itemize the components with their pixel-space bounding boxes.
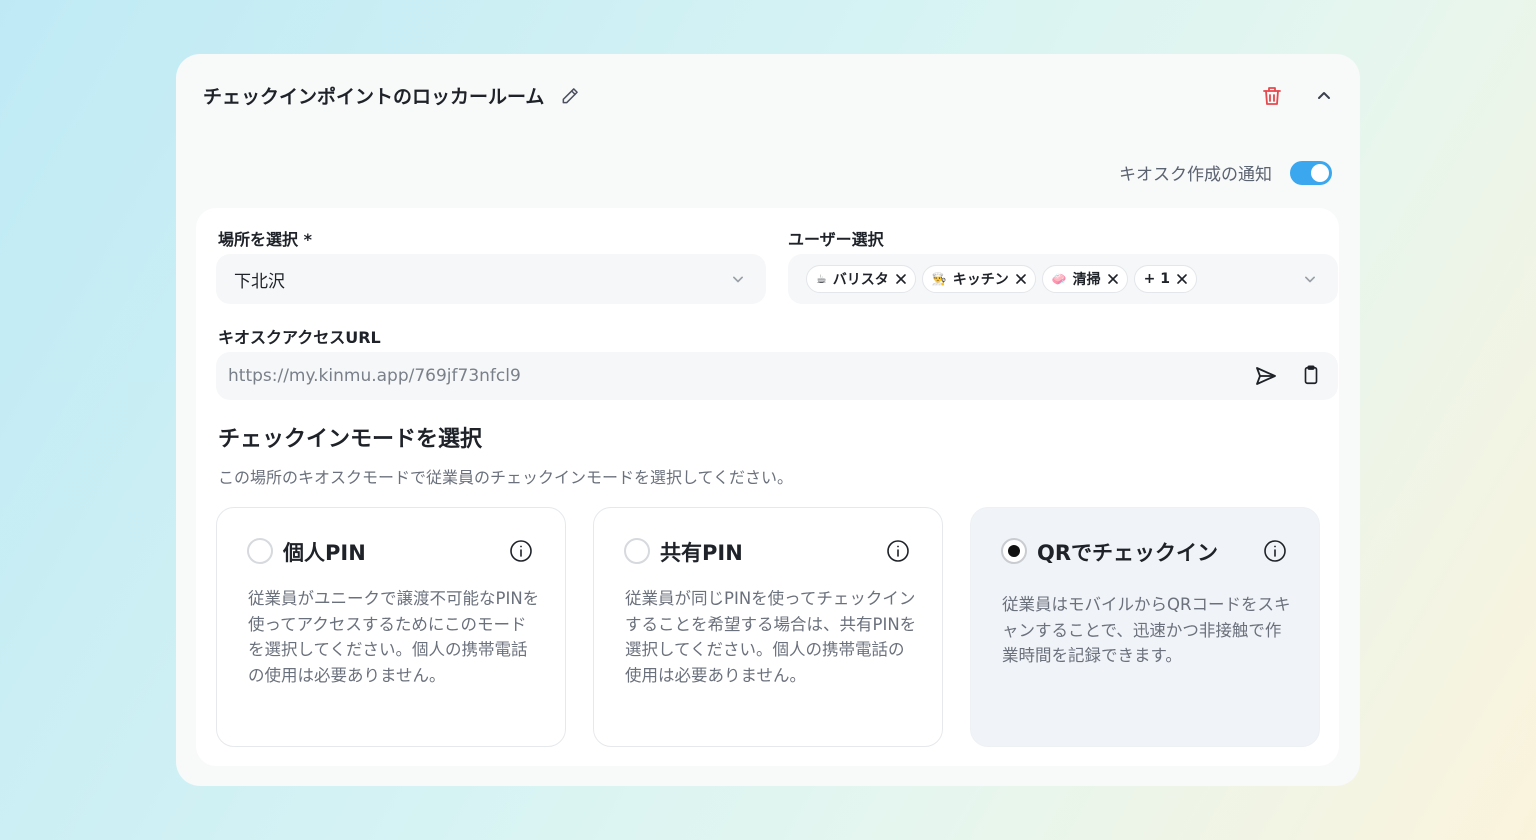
clipboard-icon[interactable] <box>1300 364 1322 386</box>
info-icon[interactable] <box>886 539 910 563</box>
kiosk-notify-row: キオスク作成の通知 <box>1119 160 1332 185</box>
kiosk-url-value: https://my.kinmu.app/769jf73nfcl9 <box>228 366 521 386</box>
users-select[interactable]: ☕ バリスタ 👨‍🍳 キッチン 🧼 清掃 + 1 <box>788 254 1338 304</box>
user-chip-label: + 1 <box>1143 271 1171 287</box>
send-icon[interactable] <box>1254 364 1278 388</box>
mode-description: 従業員はモバイルからQRコードをスキャンすることで、迅速かつ非接触で作業時間を記… <box>1002 595 1291 665</box>
radio-personal-pin[interactable] <box>247 538 273 564</box>
kiosk-panel: チェックインポイントのロッカールーム キオスク作成の通知 場所を選択 * 下北沢… <box>176 54 1360 786</box>
settings-form: 場所を選択 * 下北沢 ユーザー選択 ☕ バリスタ 👨‍🍳 キッチン 🧼 清掃 + 1 キオ… <box>196 208 1339 766</box>
notify-toggle[interactable] <box>1290 160 1332 185</box>
info-icon[interactable] <box>509 539 533 563</box>
remove-chip-close-icon[interactable] <box>1015 273 1027 285</box>
mode-title: QRでチェックイン <box>1037 541 1219 565</box>
delete-trash-icon[interactable] <box>1260 84 1284 108</box>
location-label: 場所を選択 * <box>218 230 312 249</box>
toggle-knob <box>1311 163 1329 182</box>
location-select[interactable]: 下北沢 <box>216 254 766 304</box>
panel-title: チェックインポイントのロッカールーム <box>203 86 545 108</box>
user-chip-emoji: 🧼 <box>1051 272 1067 286</box>
user-chip[interactable]: 🧼 清掃 <box>1041 265 1128 293</box>
mode-title: 共有PIN <box>660 541 743 565</box>
user-chips: ☕ バリスタ 👨‍🍳 キッチン 🧼 清掃 + 1 <box>788 265 1198 293</box>
kiosk-url-label: キオスクアクセスURL <box>218 328 381 347</box>
user-chip[interactable]: 👨‍🍳 キッチン <box>921 265 1036 293</box>
mode-option-personal-pin[interactable]: 個人PIN 従業員がユニークで譲渡不可能なPINを使ってアクセスするためにこのモ… <box>216 507 566 747</box>
user-chip-label: 清掃 <box>1072 272 1101 288</box>
kiosk-url-field[interactable]: https://my.kinmu.app/769jf73nfcl9 <box>216 352 1338 400</box>
user-chip-label: バリスタ <box>832 272 889 288</box>
chevron-down-icon <box>728 269 748 289</box>
notify-label: キオスク作成の通知 <box>1119 165 1272 185</box>
remove-chip-close-icon[interactable] <box>895 273 907 285</box>
mode-description: 従業員がユニークで譲渡不可能なPINを使ってアクセスするためにこのモードを選択し… <box>248 589 540 685</box>
panel-header: チェックインポイントのロッカールーム <box>203 82 580 109</box>
user-chip-emoji: 👨‍🍳 <box>931 272 947 286</box>
collapse-chevron-up-icon[interactable] <box>1312 84 1336 108</box>
location-value: 下北沢 <box>234 271 285 292</box>
checkin-mode-title: チェックインモードを選択 <box>218 427 483 452</box>
radio-qr-checkin[interactable] <box>1001 538 1027 564</box>
chevron-down-icon <box>1300 269 1320 289</box>
remove-chip-close-icon[interactable] <box>1107 273 1119 285</box>
mode-option-shared-pin[interactable]: 共有PIN 従業員が同じPINを使ってチェックインすることを希望する場合は、共有… <box>593 507 943 747</box>
mode-option-qr-checkin[interactable]: QRでチェックイン 従業員はモバイルからQRコードをスキャンすることで、迅速かつ… <box>970 507 1320 747</box>
user-chip-emoji: ☕ <box>816 272 827 286</box>
info-icon[interactable] <box>1263 539 1287 563</box>
checkin-mode-description: この場所のキオスクモードで従業員のチェックインモードを選択してください。 <box>218 468 794 487</box>
users-label: ユーザー選択 <box>788 230 884 249</box>
remove-chip-close-icon[interactable] <box>1176 273 1188 285</box>
mode-description: 従業員が同じPINを使ってチェックインすることを希望する場合は、共有PINを選択… <box>625 589 917 685</box>
mode-title: 個人PIN <box>283 541 366 565</box>
edit-pencil-icon[interactable] <box>560 86 580 106</box>
user-chip-label: キッチン <box>952 272 1009 288</box>
radio-shared-pin[interactable] <box>624 538 650 564</box>
user-chip[interactable]: ☕ バリスタ <box>806 265 916 293</box>
user-chip[interactable]: + 1 <box>1133 265 1198 293</box>
